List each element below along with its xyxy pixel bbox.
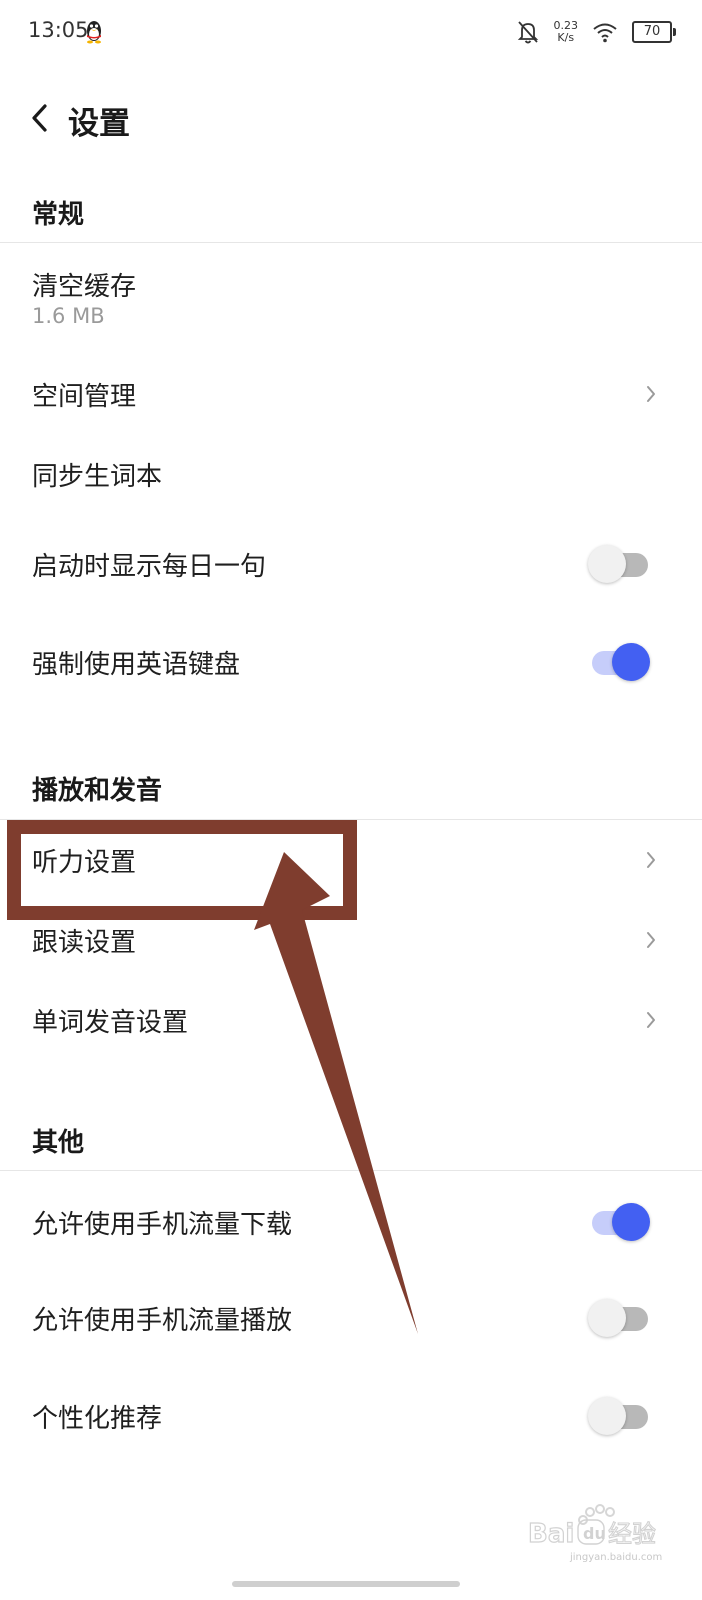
chevron-right-icon [647, 932, 655, 948]
word-pronunciation-label: 单词发音设置 [32, 1008, 189, 1038]
force-english-keyboard-toggle[interactable] [588, 638, 650, 686]
svg-text:Bai: Bai [528, 1519, 574, 1549]
chevron-right-icon [647, 1012, 655, 1028]
section-header-playback: 播放和发音 [32, 776, 163, 806]
chevron-right-icon [647, 852, 655, 868]
daily-sentence-toggle[interactable] [588, 540, 650, 588]
mobile-data-play-row[interactable]: 允许使用手机流量播放 [0, 1282, 702, 1354]
network-speed: 0.23 K/s [554, 20, 579, 44]
svg-text:经验: 经验 [608, 1520, 656, 1548]
section-header-general: 常规 [32, 200, 85, 230]
mute-bell-icon [517, 21, 538, 44]
listening-settings-row[interactable]: 听力设置 [0, 826, 702, 894]
home-indicator[interactable] [232, 1581, 460, 1587]
follow-reading-row[interactable]: 跟读设置 [0, 906, 702, 974]
personalized-recommendation-label: 个性化推荐 [32, 1404, 163, 1434]
clear-cache-row[interactable]: 清空缓存 1.6 MB [0, 258, 702, 340]
status-time: 13:05 [28, 18, 89, 42]
mobile-data-download-row[interactable]: 允许使用手机流量下载 [0, 1184, 702, 1256]
battery-icon: 70 [632, 21, 676, 43]
force-english-keyboard-row[interactable]: 强制使用英语键盘 [0, 624, 702, 696]
follow-reading-label: 跟读设置 [32, 928, 137, 958]
network-speed-unit: K/s [557, 31, 575, 44]
space-management-row[interactable]: 空间管理 [0, 360, 702, 428]
chevron-right-icon [647, 386, 655, 402]
qq-penguin-icon [87, 21, 101, 44]
force-english-keyboard-label: 强制使用英语键盘 [32, 650, 241, 680]
mobile-data-download-label: 允许使用手机流量下载 [32, 1210, 293, 1240]
battery-level: 70 [643, 24, 661, 39]
word-pronunciation-row[interactable]: 单词发音设置 [0, 986, 702, 1054]
daily-sentence-row[interactable]: 启动时显示每日一句 [0, 528, 702, 600]
mobile-data-play-label: 允许使用手机流量播放 [32, 1306, 293, 1336]
space-management-label: 空间管理 [32, 382, 137, 412]
cache-size: 1.6 MB [32, 304, 105, 328]
divider [0, 242, 702, 243]
personalized-recommendation-toggle[interactable] [588, 1392, 650, 1440]
baidu-jingyan-watermark-logo: Bai du 经验 [528, 1504, 657, 1550]
toggle-knob [588, 545, 626, 583]
toggle-knob [588, 1299, 626, 1337]
mobile-data-download-toggle[interactable] [588, 1198, 650, 1246]
wifi-icon [593, 23, 617, 43]
app-bar: 设置 [0, 80, 702, 156]
divider [0, 1170, 702, 1171]
status-bar: 13:05 0.23 K/s 70 [0, 0, 702, 64]
divider [0, 819, 702, 820]
toggle-knob [588, 1397, 626, 1435]
chevron-left-icon[interactable] [26, 100, 54, 136]
svg-text:du: du [583, 1524, 606, 1543]
toggle-knob [612, 643, 650, 681]
page-title: 设置 [68, 106, 130, 142]
listening-settings-label: 听力设置 [32, 848, 137, 878]
sync-wordbook-label: 同步生词本 [32, 462, 163, 492]
clear-cache-label: 清空缓存 [32, 272, 137, 302]
mobile-data-play-toggle[interactable] [588, 1294, 650, 1342]
watermark-url: jingyan.baidu.com [570, 1552, 663, 1563]
toggle-knob [612, 1203, 650, 1241]
sync-wordbook-row[interactable]: 同步生词本 [0, 440, 702, 508]
daily-sentence-label: 启动时显示每日一句 [32, 552, 267, 582]
section-header-other: 其他 [32, 1128, 85, 1158]
personalized-recommendation-row[interactable]: 个性化推荐 [0, 1380, 702, 1452]
